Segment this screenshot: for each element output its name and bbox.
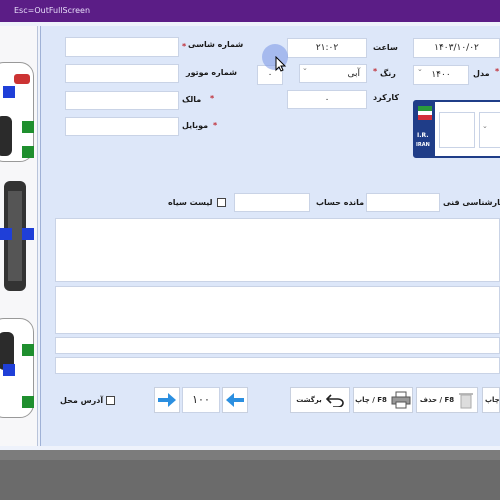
mouse-pointer-icon (275, 56, 287, 72)
chassis-label: شماره شاسی (188, 40, 244, 49)
printer-icon (391, 391, 411, 409)
return-button[interactable]: برگشت (290, 387, 350, 413)
model-label: مدل (473, 69, 490, 78)
arrow-left-icon (226, 393, 244, 407)
plate-iran-text: IRAN (416, 142, 430, 148)
print-short-label: چاپ (485, 396, 500, 404)
color-required-mark: * (373, 67, 378, 76)
marker-middle-right[interactable] (22, 228, 34, 240)
color-chevron-icon: ⌄ (302, 64, 308, 72)
bottom-taskbar (0, 450, 500, 500)
previous-button[interactable] (222, 387, 248, 413)
car-rear-image (0, 314, 36, 444)
bottom-strip (0, 450, 500, 460)
owner-required-mark: * (210, 94, 215, 103)
print-button-label: چاپ / F8 (355, 396, 387, 404)
marker-rear-center[interactable] (22, 344, 34, 356)
return-button-label: برگشت (296, 396, 322, 404)
color-select[interactable]: آبی (299, 64, 367, 83)
arrow-right-icon (158, 393, 176, 407)
marker-front-left[interactable] (22, 146, 34, 158)
owner-label: مالک (182, 95, 202, 104)
marker-rear-left[interactable] (22, 396, 34, 408)
plate-chevron-icon: ⌄ (482, 122, 488, 130)
notes-textarea-3[interactable] (55, 337, 500, 354)
mileage-input[interactable]: ۰ (287, 90, 367, 109)
owner-input[interactable] (65, 91, 179, 110)
delete-button-label: حذف / F8 (419, 396, 455, 404)
chassis-number-input[interactable] (65, 37, 179, 57)
marker-rear-right[interactable] (3, 364, 15, 376)
address-label: آدرس محل (60, 396, 104, 405)
delete-button[interactable]: حذف / F8 (416, 387, 478, 413)
engine-number-input[interactable] (65, 64, 179, 83)
account-balance-input[interactable] (234, 193, 310, 212)
title-bar: Esc=OutFullScreen (0, 0, 500, 22)
plate-flag-strip: I.R. IRAN (415, 102, 435, 156)
window-title: Esc=OutFullScreen (14, 6, 91, 15)
time-label: ساعت (373, 43, 398, 52)
mobile-required-mark: * (213, 121, 218, 130)
marker-middle-left[interactable] (0, 228, 12, 240)
undo-icon (325, 394, 344, 407)
engine-label: شماره موتور (186, 68, 237, 77)
mobile-input[interactable] (65, 117, 179, 136)
plate-ir-text: I.R. (417, 132, 429, 139)
marker-front-right[interactable] (3, 86, 15, 98)
tech-expert-label: کارشناسی فنی (443, 198, 500, 207)
mobile-label: موبایل (182, 121, 209, 130)
notes-textarea-2[interactable] (55, 286, 500, 334)
model-chevron-icon: ⌄ (417, 65, 423, 73)
car-top-view (0, 181, 36, 301)
plate-letter-select[interactable] (479, 112, 500, 148)
print-short-button[interactable]: چاپ (482, 387, 500, 413)
print-button[interactable]: چاپ / F8 (353, 387, 413, 413)
plate-number-input[interactable] (439, 112, 475, 148)
blacklist-checkbox[interactable] (217, 198, 226, 207)
next-button[interactable] (154, 387, 180, 413)
chassis-required-mark: * (182, 42, 187, 51)
mileage-label: کارکرد (373, 93, 399, 102)
vehicle-diagram-panel (0, 26, 38, 446)
license-plate: I.R. IRAN ⌄ (413, 100, 500, 158)
account-balance-label: مانده حساب (316, 198, 365, 207)
page-number-input[interactable]: ۱۰۰ (182, 387, 220, 413)
blacklist-label: لیست سیاه (168, 198, 213, 207)
marker-front-center[interactable] (22, 121, 34, 133)
time-input[interactable]: ۲۱:۰۲ (287, 38, 367, 58)
notes-textarea-1[interactable] (55, 218, 500, 282)
iran-flag-icon (418, 106, 432, 120)
color-label: رنگ (380, 69, 396, 78)
tech-expert-input[interactable] (366, 193, 440, 212)
trash-icon (459, 393, 474, 409)
address-checkbox[interactable] (106, 396, 115, 405)
model-required-mark: * (495, 67, 500, 76)
date-input[interactable]: ۱۴۰۳/۱۰/۰۲ (413, 38, 500, 58)
notes-textarea-4[interactable] (55, 357, 500, 374)
